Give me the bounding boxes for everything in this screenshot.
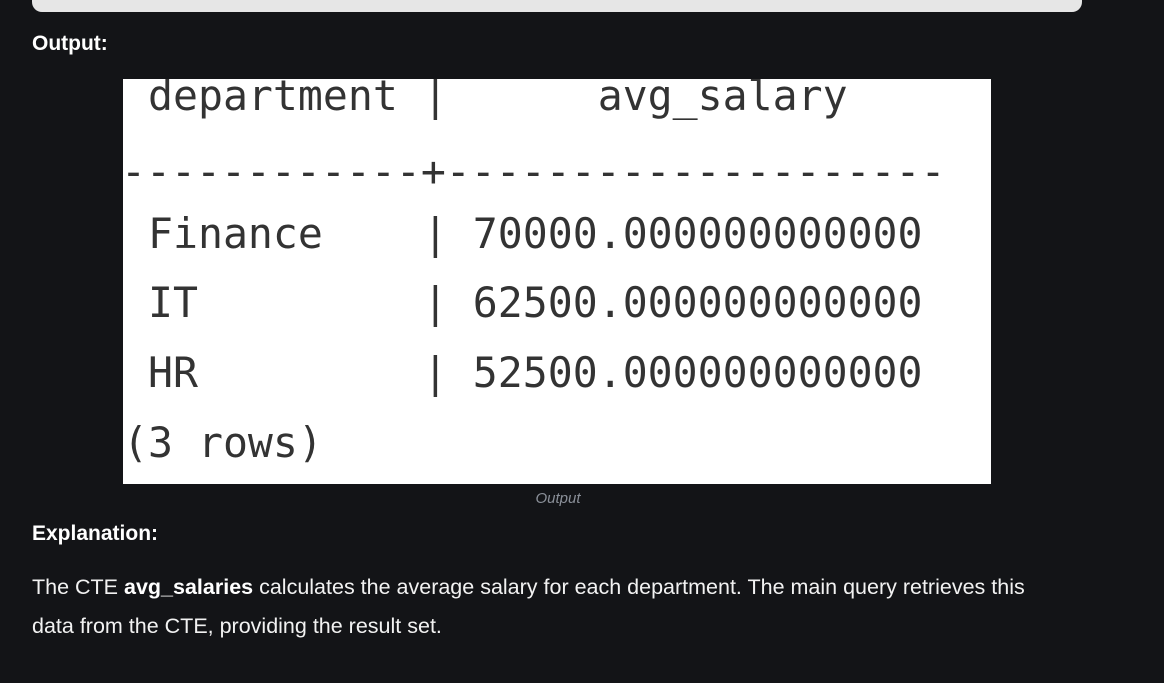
output-image: department | avg_salary ------------+---… [123, 79, 991, 484]
explanation-prefix: The CTE [32, 575, 124, 599]
output-row-hr: HR | 52500.000000000000 [123, 348, 923, 397]
output-row-finance: Finance | 70000.000000000000 [123, 209, 923, 258]
output-separator-line: ------------+-------------------- [123, 147, 946, 196]
cte-name: avg_salaries [124, 575, 254, 599]
figure-caption: Output [535, 490, 581, 507]
output-row-it: IT | 62500.000000000000 [123, 278, 923, 327]
output-row-count: (3 rows) [123, 418, 323, 467]
explanation-paragraph: The CTE avg_salaries calculates the aver… [32, 568, 1072, 646]
output-header-line: department | avg_salary [123, 79, 848, 120]
code-block-bottom-edge [32, 0, 1082, 12]
explanation-heading: Explanation: [32, 522, 159, 545]
output-heading: Output: [32, 32, 108, 55]
